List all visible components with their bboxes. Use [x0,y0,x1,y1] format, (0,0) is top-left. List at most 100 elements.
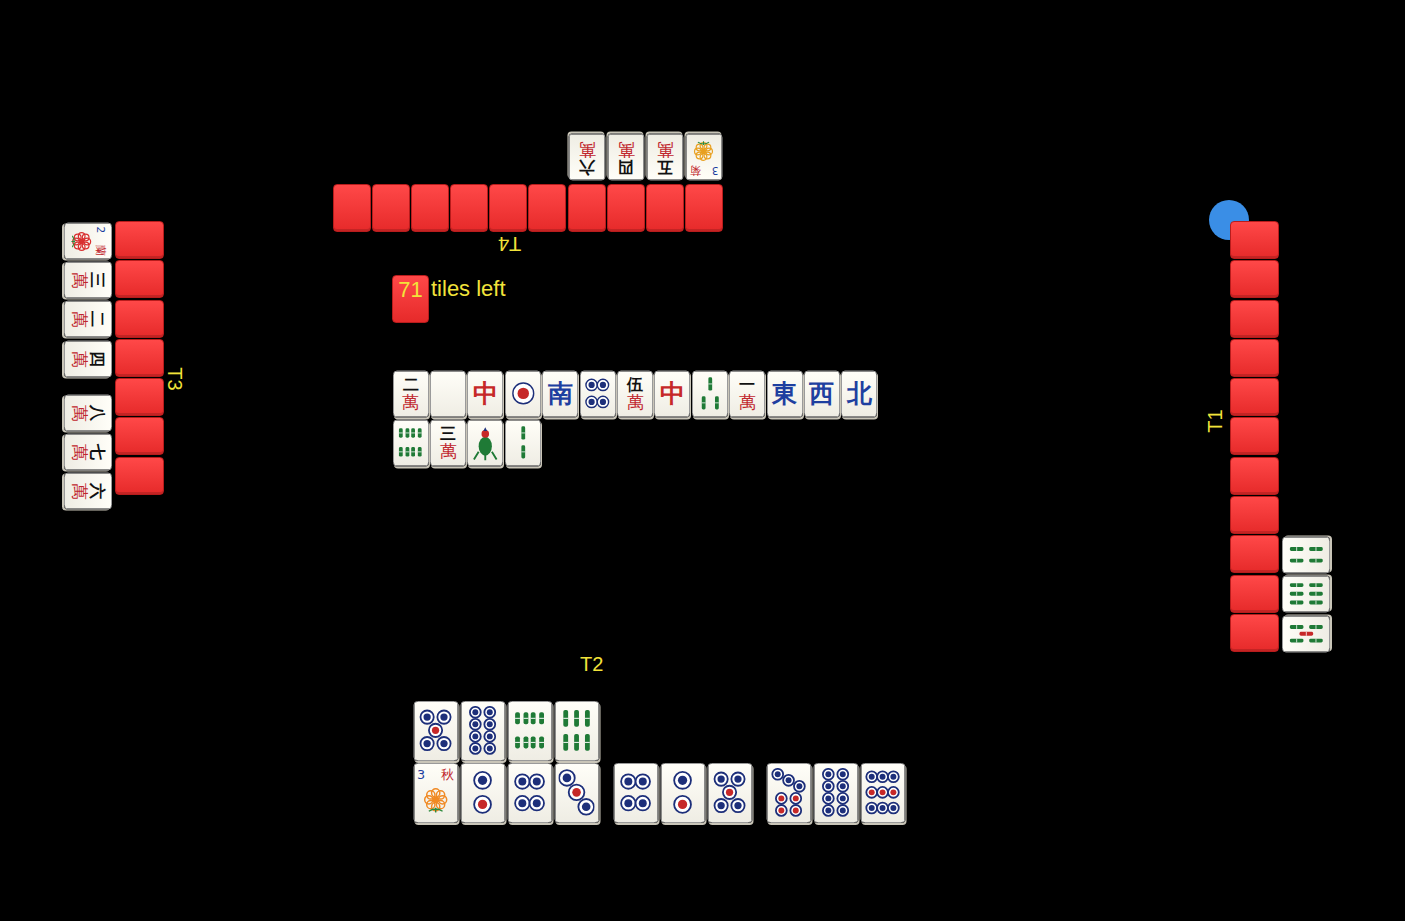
honor-character: 中 [473,381,498,406]
opponent-top: 六萬四萬五萬3菊 [333,132,724,232]
dots-tile [459,700,506,761]
player-label: T1 [1204,409,1226,432]
character-tile: 五萬 [646,132,685,181]
dots-tile[interactable] [459,762,506,823]
bamboo-tile [553,700,600,761]
flower-header: 3秋 [414,768,457,783]
tile-face [505,419,541,466]
tile-suit: 萬 [618,139,635,157]
tile-face [1282,576,1330,613]
tile-suit: 萬 [627,393,644,411]
melds [1281,535,1331,653]
dots-tile[interactable] [506,762,553,823]
concealed-tile [372,184,410,232]
honor-character: 南 [548,381,573,406]
tile-face [660,763,705,823]
concealed-tile [1230,614,1279,652]
tile-suit: 萬 [402,393,419,411]
tile-face: 西 [804,370,840,417]
tile-face: 四萬 [64,340,112,377]
dots-icon [664,768,700,817]
concealed-tile [1230,339,1279,377]
concealed-hand [1230,221,1279,653]
dots-icon [711,768,747,817]
tile-face: 六萬 [64,473,112,510]
dots-icon [864,768,900,817]
discard-pool: 二萬中南伍萬中一萬東西北三萬 [392,369,879,467]
concealed-tile [115,221,164,259]
flower-header: 3菊 [687,164,722,176]
bamboo-tile [1281,535,1331,574]
bamboo-icon [558,706,594,755]
honor-character: 北 [847,381,872,406]
tile-face: 七萬 [64,434,112,471]
opponent-right [1230,221,1331,653]
character-tile: 伍萬 [616,369,653,418]
character-tile: 二萬 [63,300,113,339]
concealed-tile [333,184,371,232]
concealed-tile [1230,260,1279,298]
tile-face [813,763,858,823]
concealed-tile [1230,300,1279,338]
dots-tile[interactable] [812,762,859,823]
tile-face: 三萬 [64,261,112,298]
dots-tile[interactable] [553,762,600,823]
wall-counter: 71tiles left [392,275,506,323]
bamboo-icon [509,424,538,462]
tile-suit: 萬 [739,393,756,411]
dots-tile[interactable] [706,762,753,823]
tile-face [580,370,616,417]
flower-tile[interactable]: 3秋 [412,762,459,823]
character-tile: 三萬 [429,418,466,467]
player-label: T4 [498,233,521,255]
honor-tile: 西 [803,369,840,418]
tile-face: 四萬 [608,133,645,180]
bamboo-icon [696,375,725,413]
tile-face [1282,537,1330,574]
concealed-tile [115,300,164,338]
flower-header: 2蘭 [95,223,107,258]
tile-rank: 四 [618,157,634,174]
tile-face: 北 [841,370,877,417]
tile-face: 一萬 [729,370,765,417]
tile-rank: 二 [88,311,105,327]
tile-group [765,762,906,823]
bamboo-icon [1287,619,1326,648]
dots-icon [770,768,806,817]
tile-suit: 萬 [579,139,596,157]
tile-rank: 八 [88,405,105,421]
tile-suit: 萬 [71,404,89,421]
flower-icon [418,783,452,817]
tile-face: 二萬 [64,301,112,338]
concealed-tile [1230,496,1279,534]
tile-rank: 三 [440,425,456,442]
flower-name: 菊 [690,164,701,176]
dots-tile[interactable] [859,762,906,823]
player-area: 3秋 [412,700,906,823]
concealed-tile [1230,221,1279,259]
dots-tile [579,369,616,418]
game-board: 六萬四萬五萬3菊T471tiles left二萬中南伍萬中一萬東西北三萬2蘭三萬… [0,0,1405,921]
dots-icon [583,375,612,413]
dots-icon [464,706,500,755]
tile-rank: 二 [403,376,419,393]
tile-face: 六萬 [569,133,606,180]
tile-rank: 四 [88,351,105,367]
bamboo-icon [1287,540,1326,569]
player-hand: 3秋 [412,762,906,823]
dots-icon [558,768,594,817]
dots-tile[interactable] [612,762,659,823]
tile-rank: 伍 [627,376,643,393]
concealed-tile [568,184,606,232]
dots-tile[interactable] [659,762,706,823]
character-tile: 六萬 [568,132,607,181]
tile-suit: 萬 [71,483,89,500]
tile-face: 三萬 [430,419,466,466]
dots-tile[interactable] [765,762,812,823]
tile-face [707,763,752,823]
bird-icon [471,424,500,462]
flower-tile: 2蘭 [63,221,113,260]
honor-character: 西 [809,381,834,406]
character-tile: 四萬 [63,339,113,378]
concealed-tile [528,184,566,232]
